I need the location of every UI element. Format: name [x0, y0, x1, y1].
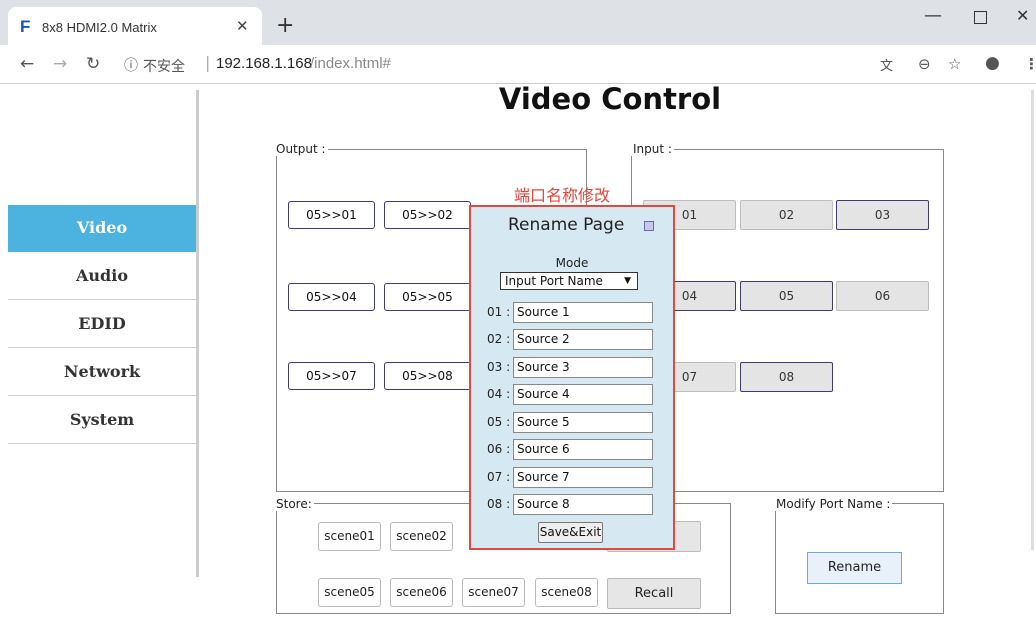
- sidebar-item-edid[interactable]: EDID: [8, 301, 196, 348]
- output-button[interactable]: 05>>05: [384, 283, 471, 311]
- back-icon[interactable]: ←: [20, 54, 34, 74]
- scrollbar[interactable]: [1031, 90, 1034, 550]
- output-legend: Output :: [274, 142, 328, 156]
- sidebar-item-video[interactable]: Video: [8, 205, 196, 252]
- maximize-icon[interactable]: [974, 11, 987, 24]
- output-button[interactable]: 05>>01: [288, 201, 375, 229]
- port-number-label: 05 :: [487, 415, 511, 429]
- output-button[interactable]: 05>>07: [288, 362, 375, 390]
- scene-button[interactable]: scene01: [318, 522, 381, 551]
- scene-button[interactable]: scene06: [390, 578, 453, 607]
- url-path[interactable]: /index.html#: [310, 55, 391, 72]
- port-name-input[interactable]: Source 2: [513, 329, 653, 350]
- url-host[interactable]: 192.168.1.168: [216, 55, 312, 72]
- mode-select[interactable]: Input Port Name ▼: [500, 272, 638, 290]
- reload-icon[interactable]: ↻: [86, 54, 100, 74]
- tab-close-icon[interactable]: ✕: [236, 17, 249, 35]
- info-icon[interactable]: ⓘ: [124, 55, 138, 75]
- port-number-label: 06 :: [487, 442, 511, 456]
- star-icon[interactable]: ☆: [948, 55, 961, 73]
- port-name-input[interactable]: Source 6: [513, 439, 653, 460]
- forward-icon[interactable]: →: [53, 54, 67, 74]
- translate-icon[interactable]: 文: [880, 55, 893, 74]
- port-name-input[interactable]: Source 3: [513, 357, 653, 378]
- sidebar-divider: [196, 90, 199, 577]
- tab-favicon: F: [20, 17, 31, 36]
- scene-button[interactable]: scene05: [318, 578, 381, 607]
- minimize-icon[interactable]: —: [924, 5, 942, 26]
- url-separator: |: [205, 53, 211, 72]
- menu-icon[interactable]: ⋮: [1024, 55, 1036, 73]
- scene-button[interactable]: scene07: [462, 578, 525, 607]
- input-legend: Input :: [631, 142, 674, 156]
- input-button[interactable]: 06: [836, 281, 929, 311]
- port-number-label: 03 :: [487, 360, 511, 374]
- sidebar-item-audio[interactable]: Audio: [8, 253, 196, 300]
- profile-icon[interactable]: ●: [985, 53, 1000, 73]
- port-name-input[interactable]: Source 7: [513, 467, 653, 488]
- scene-button[interactable]: scene02: [390, 522, 453, 551]
- modify-port-legend: Modify Port Name :: [774, 497, 893, 511]
- port-name-input[interactable]: Source 5: [513, 412, 653, 433]
- recall-button[interactable]: Recall: [607, 578, 701, 609]
- tab-title: 8x8 HDMI2.0 Matrix: [42, 20, 157, 35]
- security-status[interactable]: 不安全: [143, 56, 185, 76]
- output-button[interactable]: 05>>08: [384, 362, 471, 390]
- port-name-input[interactable]: Source 8: [513, 494, 653, 515]
- port-name-input[interactable]: Source 1: [513, 302, 653, 323]
- sidebar-item-network[interactable]: Network: [8, 349, 196, 396]
- scene-button[interactable]: scene08: [535, 578, 598, 607]
- annotation-label: 端口名称修改: [514, 186, 611, 205]
- dropdown-arrow-icon: ▼: [624, 276, 631, 286]
- dialog-close-icon[interactable]: [644, 221, 654, 231]
- port-number-label: 07 :: [487, 470, 511, 484]
- port-number-label: 04 :: [487, 387, 511, 401]
- save-exit-button[interactable]: Save&Exit: [538, 522, 603, 543]
- port-number-label: 01 :: [487, 305, 511, 319]
- input-button[interactable]: 05: [740, 281, 833, 311]
- mode-select-value: Input Port Name: [505, 274, 603, 288]
- port-number-label: 02 :: [487, 332, 511, 346]
- dialog-title: Rename Page: [508, 215, 625, 235]
- page-title: Video Control: [498, 82, 722, 116]
- zoom-icon[interactable]: ⊖: [918, 55, 931, 73]
- output-button[interactable]: 05>>04: [288, 283, 375, 311]
- sidebar-item-system[interactable]: System: [8, 397, 196, 444]
- port-name-input[interactable]: Source 4: [513, 384, 653, 405]
- input-button[interactable]: 03: [836, 200, 929, 230]
- store-legend: Store:: [274, 497, 314, 511]
- window-close-icon[interactable]: ✕: [1016, 6, 1029, 25]
- new-tab-button[interactable]: +: [276, 13, 294, 38]
- output-button[interactable]: 05>>02: [384, 201, 471, 229]
- rename-button[interactable]: Rename: [807, 552, 902, 584]
- mode-label: Mode: [555, 256, 589, 270]
- input-button[interactable]: 02: [740, 200, 833, 230]
- input-button[interactable]: 08: [740, 362, 833, 392]
- port-number-label: 08 :: [487, 497, 511, 511]
